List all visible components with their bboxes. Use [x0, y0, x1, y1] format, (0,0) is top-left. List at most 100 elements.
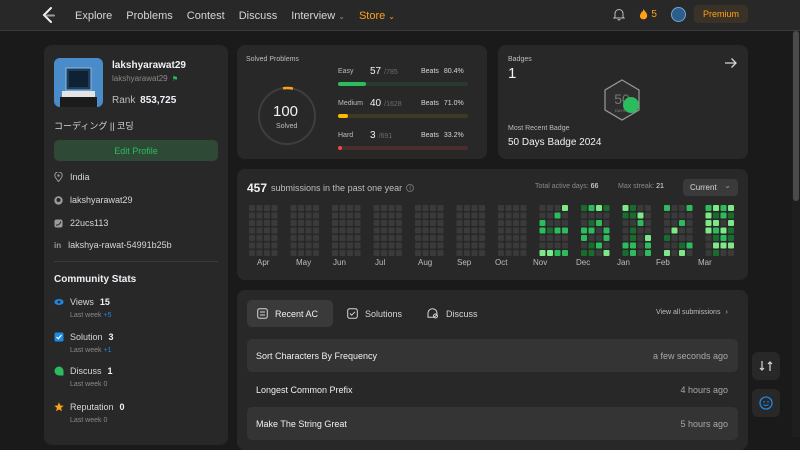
heatmap-cell[interactable] [603, 250, 610, 256]
heatmap-cell[interactable] [498, 212, 504, 219]
leetcode-logo-icon[interactable] [41, 7, 57, 24]
heatmap-cell[interactable] [422, 205, 429, 211]
heatmap-cell[interactable] [671, 242, 678, 249]
heatmap-cell[interactable] [249, 250, 255, 256]
heatmap-cell[interactable] [373, 220, 380, 226]
heatmap-cell[interactable] [645, 220, 651, 226]
heatmap-cell[interactable] [728, 212, 734, 219]
premium-button[interactable]: Premium [693, 5, 748, 23]
heatmap-cell[interactable] [505, 227, 512, 234]
streak-counter[interactable]: 5 [639, 8, 657, 20]
heatmap-cell[interactable] [305, 242, 312, 249]
heatmap-cell[interactable] [339, 242, 346, 249]
heatmap-cell[interactable] [381, 212, 387, 219]
heatmap-cell[interactable] [471, 212, 478, 219]
heatmap-cell[interactable] [313, 220, 319, 226]
heatmap-cell[interactable] [305, 235, 312, 241]
heatmap-cell[interactable] [388, 250, 395, 256]
heatmap-cell[interactable] [505, 235, 512, 241]
heatmap-cell[interactable] [554, 220, 561, 226]
heatmap-cell[interactable] [539, 205, 546, 211]
heatmap-cell[interactable] [637, 220, 644, 226]
edit-profile-button[interactable]: Edit Profile [54, 140, 218, 161]
heatmap-cell[interactable] [271, 250, 278, 256]
heatmap-cell[interactable] [430, 242, 436, 249]
heatmap-cell[interactable] [264, 205, 270, 211]
submission-row[interactable]: Longest Common Prefix 4 hours ago [247, 373, 738, 406]
heatmap-cell[interactable] [547, 250, 553, 256]
heatmap-cell[interactable] [290, 250, 297, 256]
heatmap-cell[interactable] [562, 242, 568, 249]
heatmap-cell[interactable] [479, 250, 485, 256]
heatmap-cell[interactable] [479, 227, 485, 234]
heatmap-cell[interactable] [520, 227, 527, 234]
heatmap-cell[interactable] [562, 220, 568, 226]
heatmap-cell[interactable] [249, 220, 255, 226]
heatmap-cell[interactable] [671, 227, 678, 234]
heatmap-cell[interactable] [603, 220, 610, 226]
heatmap-cell[interactable] [713, 205, 719, 211]
heatmap-cell[interactable] [505, 212, 512, 219]
heatmap-cell[interactable] [713, 227, 719, 234]
heatmap-cell[interactable] [381, 205, 387, 211]
heatmap-cell[interactable] [513, 205, 519, 211]
heatmap-cell[interactable] [539, 212, 546, 219]
heatmap-cell[interactable] [339, 250, 346, 256]
heatmap-cell[interactable] [339, 212, 346, 219]
tab-solutions[interactable]: Solutions [337, 300, 412, 327]
heatmap-cell[interactable] [381, 250, 387, 256]
heatmap-cell[interactable] [679, 250, 685, 256]
heatmap-cell[interactable] [539, 242, 546, 249]
github-row[interactable]: lakshyarawat29 [54, 195, 133, 205]
heatmap-cell[interactable] [554, 250, 561, 256]
heatmap-cell[interactable] [498, 250, 504, 256]
heatmap-cell[interactable] [596, 250, 602, 256]
heatmap-cell[interactable] [415, 242, 421, 249]
heatmap-cell[interactable] [388, 227, 395, 234]
heatmap-cell[interactable] [264, 235, 270, 241]
heatmap-cell[interactable] [354, 227, 361, 234]
feedback-button[interactable] [752, 389, 780, 417]
heatmap-cell[interactable] [664, 205, 670, 211]
heatmap-cell[interactable] [422, 242, 429, 249]
heatmap-cell[interactable] [679, 205, 685, 211]
heatmap-cell[interactable] [415, 227, 421, 234]
heatmap-cell[interactable] [728, 227, 734, 234]
heatmap-cell[interactable] [539, 235, 546, 241]
heatmap-cell[interactable] [354, 212, 361, 219]
heatmap-cell[interactable] [664, 250, 670, 256]
heatmap-cell[interactable] [339, 235, 346, 241]
heatmap-cell[interactable] [513, 227, 519, 234]
heatmap-cell[interactable] [562, 250, 568, 256]
heatmap-cell[interactable] [298, 227, 304, 234]
heatmap-cell[interactable] [645, 205, 651, 211]
heatmap-cell[interactable] [256, 235, 263, 241]
heatmap-cell[interactable] [388, 212, 395, 219]
heatmap-cell[interactable] [471, 250, 478, 256]
heatmap-cell[interactable] [479, 220, 485, 226]
heatmap-cell[interactable] [264, 227, 270, 234]
heatmap-cell[interactable] [713, 242, 719, 249]
heatmap-cell[interactable] [456, 242, 463, 249]
nav-explore[interactable]: Explore [75, 10, 112, 22]
heatmap-cell[interactable] [373, 205, 380, 211]
heatmap-cell[interactable] [603, 227, 610, 234]
heatmap-cell[interactable] [622, 250, 629, 256]
heatmap-cell[interactable] [596, 205, 602, 211]
heatmap-cell[interactable] [256, 220, 263, 226]
heatmap-cell[interactable] [588, 235, 595, 241]
heatmap-cell[interactable] [437, 242, 444, 249]
heatmap-cell[interactable] [298, 212, 304, 219]
heatmap-cell[interactable] [588, 242, 595, 249]
heatmap-cell[interactable] [373, 212, 380, 219]
heatmap-cell[interactable] [720, 235, 727, 241]
heatmap-cell[interactable] [513, 212, 519, 219]
heatmap-cell[interactable] [713, 212, 719, 219]
heatmap-cell[interactable] [290, 212, 297, 219]
heatmap-cell[interactable] [471, 235, 478, 241]
heatmap-cell[interactable] [588, 250, 595, 256]
heatmap-cell[interactable] [464, 205, 470, 211]
heatmap-cell[interactable] [437, 220, 444, 226]
submission-row[interactable]: Sort Characters By Frequency a few secon… [247, 339, 738, 372]
heatmap-cell[interactable] [498, 242, 504, 249]
